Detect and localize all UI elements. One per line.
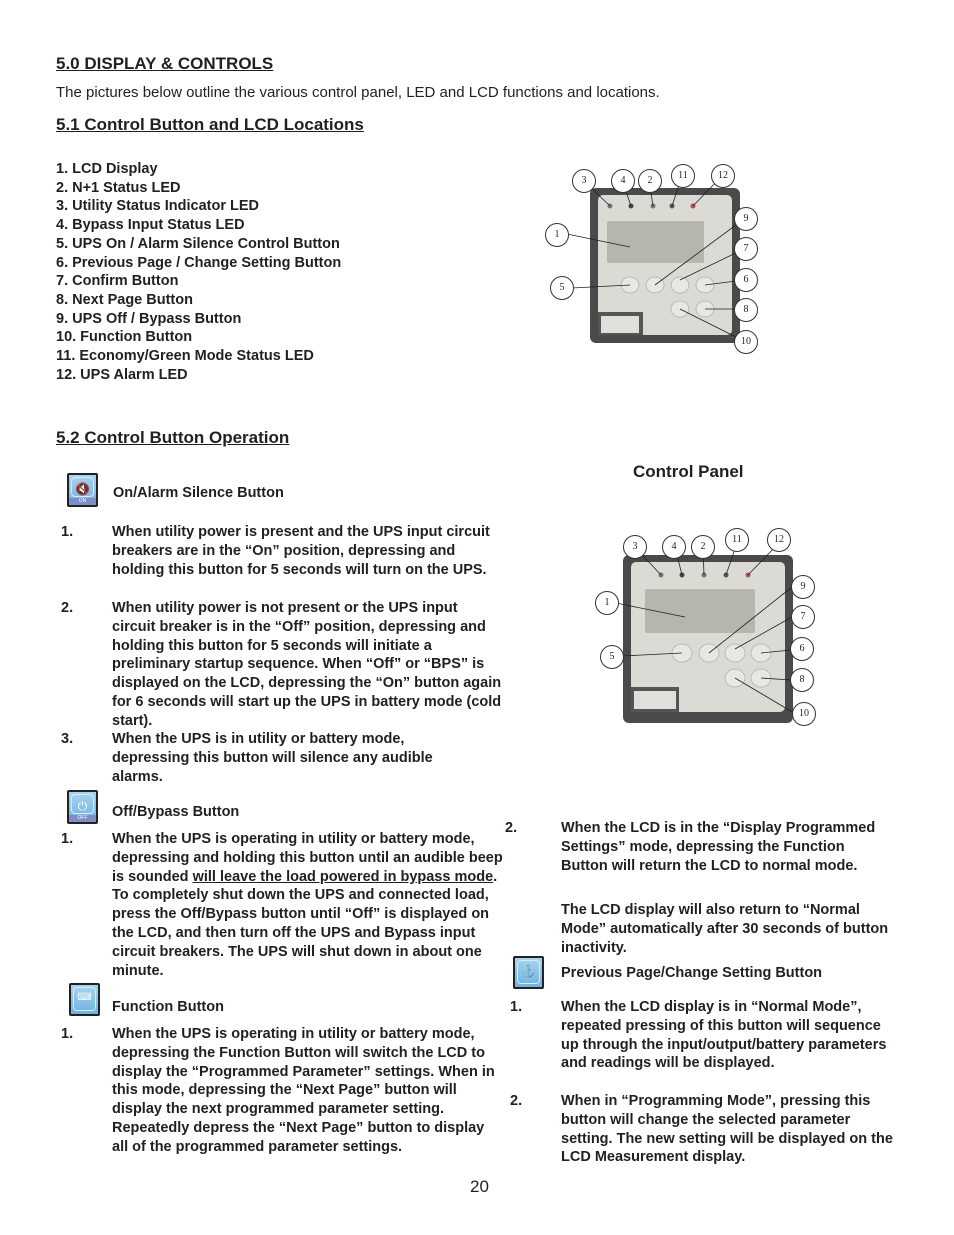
list-item: 11. Economy/Green Mode Status LED [56,348,314,365]
callout-9: 9 [791,575,815,599]
locations-heading: 5.1 Control Button and LCD Locations [56,115,364,134]
page-number: 20 [470,1177,489,1196]
list-item: 3. Utility Status Indicator LED [56,198,260,215]
callout-4: 4 [611,169,635,193]
list-item: 5. UPS On / Alarm Silence Control Button [56,235,340,252]
control-panel-figure-top: 3 4 2 11 12 1 9 7 5 6 8 10 [545,162,765,362]
callout-8: 8 [790,668,814,692]
callout-9: 9 [734,207,758,231]
list-item: 9. UPS Off / Bypass Button [56,310,242,327]
callout-2: 2 [691,535,715,559]
callout-5: 5 [550,276,574,300]
callout-3: 3 [572,169,596,193]
list-item: 10. Function Button [56,329,193,346]
list-item: 7. Confirm Button [56,273,179,290]
on-button-title: On/Alarm Silence Button [113,485,284,501]
callout-6: 6 [734,268,758,292]
callout-6: 6 [790,637,814,661]
step-item: 1. When the LCD display is in “Normal Mo… [510,999,887,1072]
callout-4: 4 [662,535,686,559]
list-item: 2. N+1 Status LED [56,179,181,196]
callout-10: 10 [792,702,816,726]
on-button-steps: 1. When utility power is present and the… [61,523,506,787]
function-button-icon: ⌨ [69,983,100,1016]
callout-3: 3 [623,535,647,559]
on-button-icon: 🔇 ON [67,473,98,507]
callout-11: 11 [725,528,749,552]
prev-button-title: Previous Page/Change Setting Button [561,965,823,981]
callout-2: 2 [638,169,662,193]
speaker-mute-icon: 🔇 [75,482,90,496]
prev-button-icon: ⚓ [513,956,544,989]
section-title: 5.0 DISPLAY & CONTROLS [56,54,274,73]
step-item: 1. When utility power is present and the… [61,524,490,578]
callout-7: 7 [734,237,758,261]
operation-heading: 5.2 Control Button Operation [56,428,290,447]
power-icon: ⏻ [77,799,88,813]
off-button-title: Off/Bypass Button [112,804,240,820]
callout-12: 12 [711,164,735,188]
off-button-icon: ⏻ OFF [67,790,98,824]
callout-10: 10 [734,330,758,354]
list-item: 6. Previous Page / Change Setting Button [56,254,342,271]
callout-1: 1 [595,591,619,615]
callout-8: 8 [734,298,758,322]
list-item: 4. Bypass Input Status LED [56,217,245,234]
function-button-note: The LCD display will also return to “Nor… [561,902,889,956]
callout-1: 1 [545,223,569,247]
callout-12: 12 [767,528,791,552]
callout-5: 5 [600,645,624,669]
control-panel-illustration [566,175,747,343]
function-key-icon: ⌨ [77,992,92,1003]
list-item: 12. UPS Alarm LED [56,366,188,383]
function-button-title: Function Button [112,999,224,1015]
control-panel-figure-bottom: 3 4 2 11 12 1 9 7 5 6 8 10 [595,525,816,726]
prev-button-steps: 1. When the LCD display is in “Normal Mo… [510,998,910,1165]
step-item: When the UPS is operating in utility or … [112,831,503,979]
up-arrow-icon: ⚓ [521,964,536,978]
locations-list: 1. LCD Display 2. N+1 Status LED 3. Util… [56,160,341,384]
list-item: 1. LCD Display [56,161,158,177]
step-item: 3. When the UPS is in utility or battery… [61,731,433,785]
callout-11: 11 [671,164,695,188]
underlined-warning: will leave the load powered in bypass mo… [192,868,494,885]
intro-text: The pictures below outline the various c… [56,84,660,101]
callout-7: 7 [791,605,815,629]
panel-caption: Control Panel [633,462,744,481]
list-item: 8. Next Page Button [56,291,193,308]
step-item: 2. When utility power is not present or … [61,600,502,729]
